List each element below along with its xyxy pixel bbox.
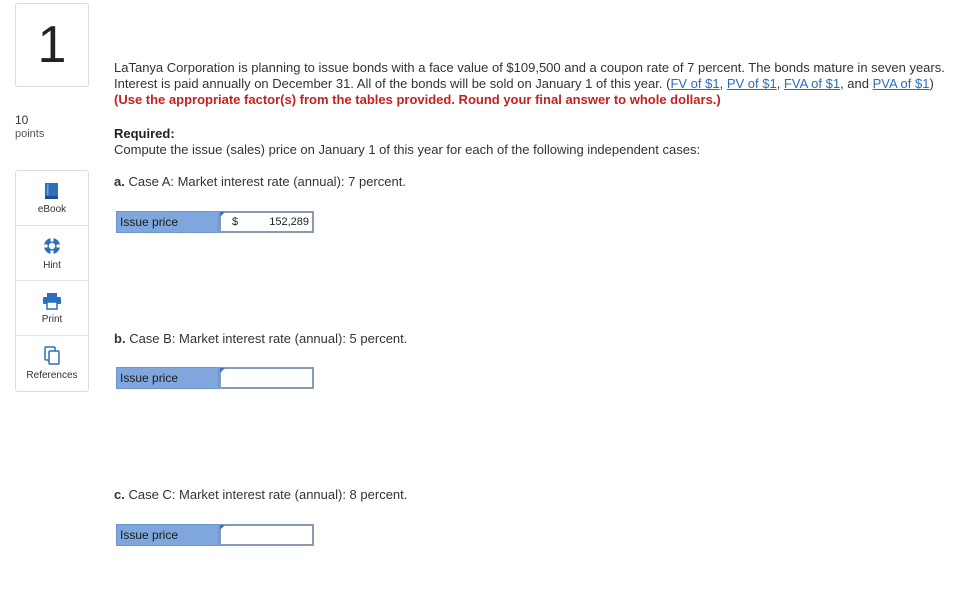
separator: , [719, 76, 727, 91]
answer-label: Issue price [116, 524, 219, 546]
references-label: References [26, 370, 78, 381]
input-value: 152,289 [269, 216, 309, 228]
separator: ) [929, 76, 934, 91]
question-number: 1 [15, 3, 89, 87]
case-letter: a. [114, 174, 125, 189]
link-fv-of-1[interactable]: FV of $1 [670, 76, 719, 91]
print-icon [43, 292, 61, 310]
ebook-icon [45, 182, 58, 199]
link-pv-of-1[interactable]: PV of $1 [727, 76, 777, 91]
case-a-issue-price-input[interactable]: $ 152,289 [219, 211, 314, 233]
case-c-prompt: c. Case C: Market interest rate (annual)… [114, 487, 407, 502]
case-a-prompt: a. Case A: Market interest rate (annual)… [114, 174, 406, 189]
separator: , and [840, 76, 873, 91]
required-heading: Required: [114, 126, 175, 141]
case-b-prompt: b. Case B: Market interest rate (annual)… [114, 331, 407, 346]
references-icon [44, 346, 60, 365]
flag-icon [220, 368, 225, 373]
flag-icon [220, 212, 225, 217]
case-letter: b. [114, 331, 126, 346]
case-c-issue-price-input[interactable] [219, 524, 314, 546]
link-fva-of-1[interactable]: FVA of $1 [784, 76, 840, 91]
instruction-text: (Use the appropriate factor(s) from the … [114, 92, 721, 107]
case-c-answer-row: Issue price [116, 524, 314, 546]
print-label: Print [41, 313, 63, 325]
answer-label: Issue price [116, 211, 219, 233]
tools-panel: eBook Hint Print References [15, 170, 89, 392]
problem-statement: LaTanya Corporation is planning to issue… [114, 60, 956, 108]
points-value: 10 [15, 113, 29, 127]
case-text: Case A: Market interest rate (annual): 7… [128, 174, 406, 189]
hint-button[interactable]: Hint [16, 226, 88, 281]
ebook-label: eBook [37, 203, 67, 215]
case-text: Case C: Market interest rate (annual): 8… [128, 487, 408, 502]
case-letter: c. [114, 487, 125, 502]
separator: , [776, 76, 784, 91]
points-label: points [15, 128, 45, 140]
required-text: Compute the issue (sales) price on Janua… [114, 142, 701, 157]
hint-label: Hint [43, 259, 61, 271]
case-b-answer-row: Issue price [116, 367, 314, 389]
case-a-answer-row: Issue price $ 152,289 [116, 211, 314, 233]
points-indicator: 10 points [15, 113, 44, 141]
ebook-button[interactable]: eBook [16, 171, 88, 226]
print-button[interactable]: Print [16, 281, 88, 336]
link-pva-of-1[interactable]: PVA of $1 [873, 76, 930, 91]
flag-icon [220, 525, 225, 530]
case-b-issue-price-input[interactable] [219, 367, 314, 389]
hint-icon [44, 237, 60, 254]
answer-label: Issue price [116, 367, 219, 389]
references-button[interactable]: References [16, 336, 88, 391]
currency-symbol: $ [232, 216, 239, 228]
case-text: Case B: Market interest rate (annual): 5… [129, 331, 408, 346]
